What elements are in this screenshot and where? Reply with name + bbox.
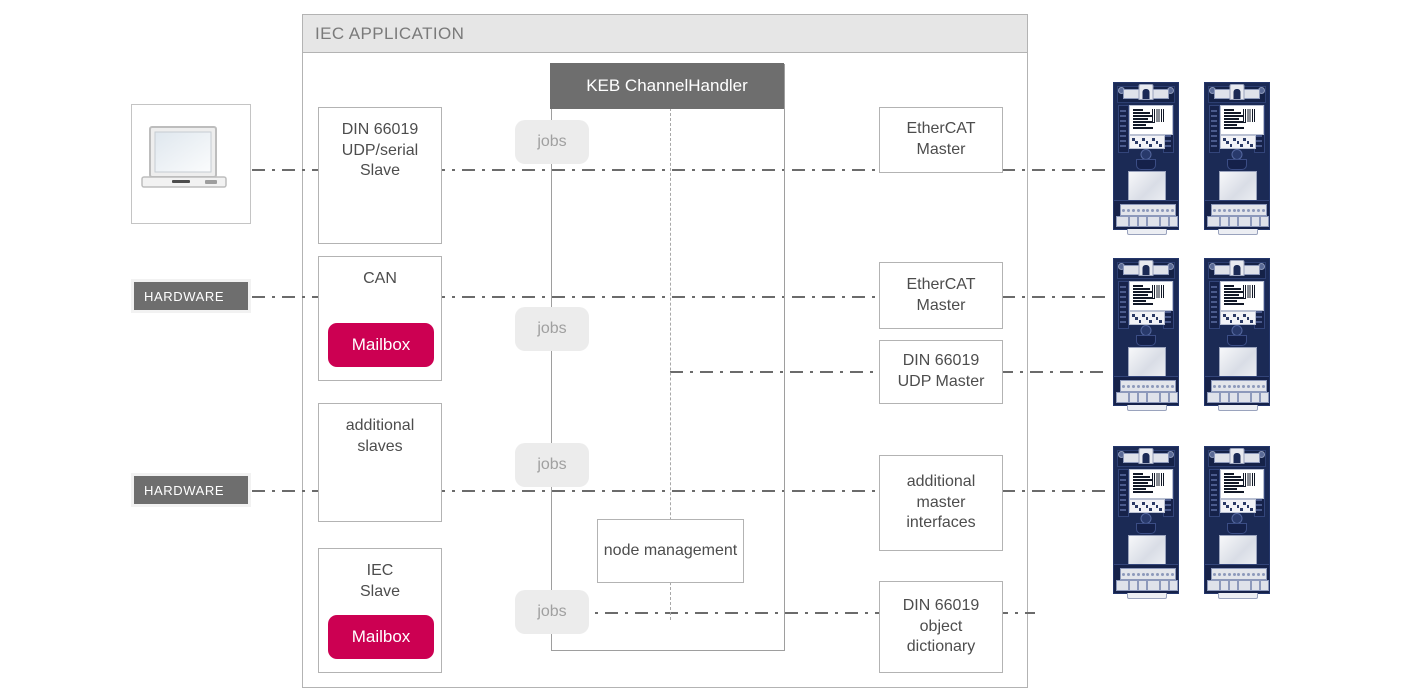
laptop-endpoint-box — [131, 104, 251, 224]
master-label-line: EtherCAT — [906, 120, 976, 138]
master-label-line: EtherCAT — [906, 275, 976, 293]
page-title: IEC APPLICATION — [315, 23, 465, 43]
master-label-line: DIN 66019 — [902, 597, 980, 615]
slave-box-iec-slave[interactable]: IEC Slave Mailbox — [318, 548, 442, 673]
mailbox-label: Mailbox — [351, 627, 411, 646]
channelhandler-left-rail — [551, 108, 552, 651]
node-management-label: node management — [603, 541, 738, 559]
keb-drive-device — [1113, 446, 1179, 599]
slave-label-line: CAN — [363, 270, 397, 287]
jobs-pill-1[interactable]: jobs — [515, 120, 589, 164]
master-label-line: object — [919, 617, 963, 635]
slave-box-din66019-udp-serial[interactable]: DIN 66019 UDP/serial Slave — [318, 107, 442, 244]
mailbox-badge-iec[interactable]: Mailbox — [328, 615, 434, 659]
master-box-din66019-object-dictionary[interactable]: DIN 66019 object dictionary — [879, 581, 1003, 673]
master-box-ethercat-2[interactable]: EtherCAT Master — [879, 262, 1003, 329]
hardware-tag-label: HARDWARE — [144, 288, 225, 304]
master-label-line: additional — [906, 473, 976, 491]
keb-drive-device — [1113, 258, 1179, 411]
master-label-line: UDP Master — [897, 373, 985, 390]
slave-box-can[interactable]: CAN Mailbox — [318, 256, 442, 381]
iec-application-title-bar: IEC APPLICATION — [302, 14, 1028, 53]
jobs-label: jobs — [537, 133, 567, 150]
jobs-label: jobs — [537, 320, 567, 337]
jobs-pill-4[interactable]: jobs — [515, 590, 589, 634]
slave-box-additional-slaves[interactable]: additional slaves — [318, 403, 442, 522]
hardware-tag-2: HARDWARE — [131, 473, 251, 507]
slave-label-line: additional — [345, 417, 415, 434]
slave-label-line: DIN 66019 — [341, 121, 419, 138]
jobs-pill-3[interactable]: jobs — [515, 443, 589, 487]
jobs-label: jobs — [537, 456, 567, 473]
node-management-box[interactable]: node management — [597, 519, 744, 583]
slave-label-line: Slave — [359, 162, 401, 180]
master-label-line: DIN 66019 — [902, 352, 980, 370]
hardware-tag-label: HARDWARE — [144, 482, 225, 498]
master-label-line: dictionary — [906, 638, 976, 656]
master-label-line: master — [916, 493, 966, 511]
keb-drive-device — [1113, 82, 1179, 235]
keb-drive-device — [1204, 258, 1270, 411]
jobs-label: jobs — [537, 603, 567, 620]
master-box-ethercat-1[interactable]: EtherCAT Master — [879, 107, 1003, 173]
master-label-line: interfaces — [906, 514, 976, 532]
diagram-canvas: IEC APPLICATION KEB ChannelHandler DIN 6… — [0, 0, 1401, 700]
mailbox-badge-can[interactable]: Mailbox — [328, 323, 434, 367]
hardware-tag-1: HARDWARE — [131, 279, 251, 313]
mailbox-label: Mailbox — [351, 335, 411, 354]
slave-label-line: UDP/serial — [341, 141, 419, 159]
master-label-line: Master — [916, 141, 966, 158]
keb-drive-device — [1204, 446, 1270, 599]
jobs-pill-2[interactable]: jobs — [515, 307, 589, 351]
master-box-din66019-udp-master[interactable]: DIN 66019 UDP Master — [879, 340, 1003, 404]
keb-drive-device — [1204, 82, 1270, 235]
master-label-line: Master — [916, 296, 966, 314]
keb-channelhandler-header: KEB ChannelHandler — [551, 64, 783, 108]
laptop-icon — [141, 126, 227, 188]
master-box-additional-master-interfaces[interactable]: additional master interfaces — [879, 455, 1003, 551]
slave-label-line: slaves — [357, 437, 403, 455]
slave-label-line: IEC — [366, 562, 394, 579]
slave-label-line: Slave — [359, 582, 401, 600]
keb-channelhandler-title: KEB ChannelHandler — [586, 76, 748, 95]
